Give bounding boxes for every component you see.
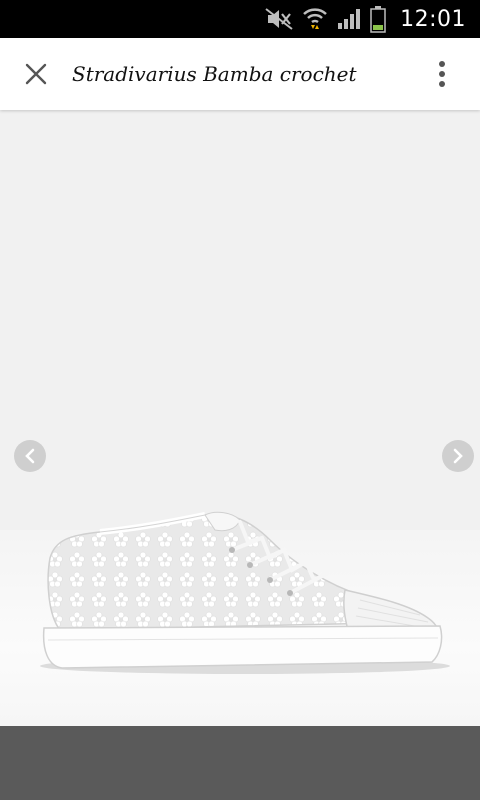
- status-bar: 12:01: [0, 0, 480, 38]
- close-button[interactable]: [14, 52, 58, 96]
- more-vert-icon: [439, 61, 445, 87]
- wifi-icon: [302, 5, 328, 33]
- shoe-sole: [42, 625, 443, 669]
- battery-icon: [370, 5, 386, 33]
- page-title: Stradivarius Bamba crochet: [72, 62, 357, 86]
- mute-icon: [264, 7, 294, 31]
- image-viewer[interactable]: [0, 110, 480, 726]
- status-time: 12:01: [400, 6, 466, 32]
- product-image[interactable]: [0, 110, 480, 726]
- previous-image-button[interactable]: [14, 440, 46, 472]
- chevron-left-icon: [25, 448, 35, 464]
- close-icon: [25, 63, 47, 85]
- more-options-button[interactable]: [426, 54, 458, 94]
- next-image-button[interactable]: [442, 440, 474, 472]
- app-bar: Stradivarius Bamba crochet: [0, 38, 480, 110]
- chevron-right-icon: [453, 448, 463, 464]
- status-icons: 12:01: [264, 0, 466, 38]
- bottom-panel: [0, 726, 480, 800]
- signal-icon: [336, 7, 362, 31]
